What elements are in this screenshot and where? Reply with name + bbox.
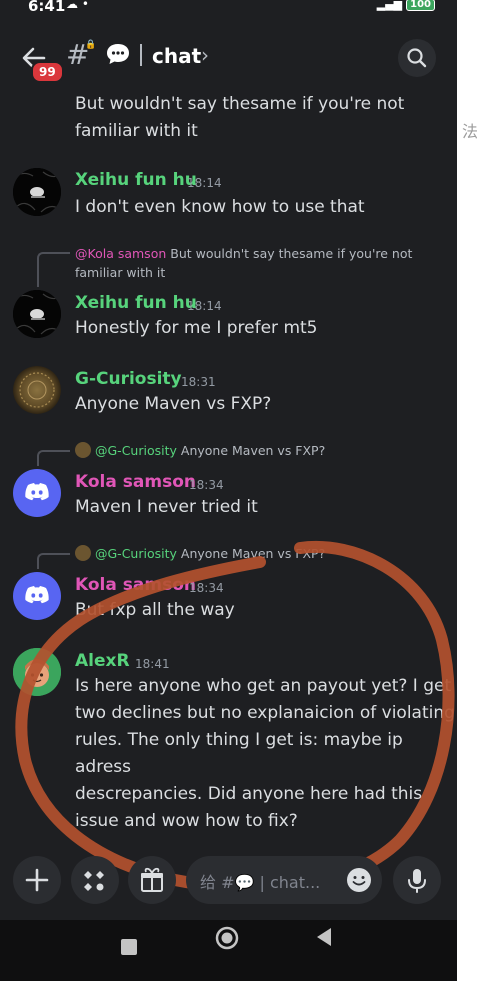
reply-text: But wouldn't say thesame if you're not <box>170 246 413 261</box>
message-input[interactable]: 给 #💬 | chat... <box>186 856 382 904</box>
avatar-image <box>13 168 61 216</box>
recents-icon[interactable] <box>120 938 138 956</box>
reply-preview[interactable]: @G-Curiosity Anyone Maven vs FXP? <box>75 545 325 561</box>
reply-author: @G-Curiosity <box>95 443 177 458</box>
avatar[interactable] <box>13 572 61 620</box>
message-text: I don't even know how to use that <box>75 197 365 217</box>
avatar-image <box>13 366 61 414</box>
avatar[interactable] <box>13 366 61 414</box>
reply-author: @Kola samson <box>75 246 167 261</box>
back-triangle-icon[interactable] <box>315 927 333 947</box>
gift-icon <box>141 867 163 892</box>
message-timestamp: 18:14 <box>187 176 222 190</box>
discord-app: 6:41 ☁ • ▂▄▆ 100 99 # 🔒 chat › But would… <box>0 0 457 981</box>
unread-badge: 99 <box>31 61 64 83</box>
status-notification-icons: ☁ • <box>66 0 89 11</box>
status-time: 6:41 <box>28 0 66 15</box>
chevron-right-icon[interactable]: › <box>201 43 209 67</box>
reply-text: Anyone Maven vs FXP? <box>180 443 326 458</box>
message-author[interactable]: Xeihu fun hu <box>75 293 197 313</box>
emoji-icon[interactable] <box>346 867 372 893</box>
message-timestamp: 18:31 <box>181 375 216 389</box>
speech-bubble-icon <box>107 44 129 64</box>
discord-logo-icon <box>25 483 49 501</box>
status-bar: 6:41 ☁ • ▂▄▆ 100 <box>0 0 457 15</box>
apps-button[interactable] <box>71 856 119 904</box>
avatar[interactable] <box>13 469 61 517</box>
gift-button[interactable] <box>128 856 176 904</box>
message-author[interactable]: Kola samson <box>75 575 196 595</box>
message-text: Is here anyone who get an payout yet? I … <box>75 676 455 831</box>
apps-icon <box>84 871 104 891</box>
composer-bar: 给 #💬 | chat... <box>0 840 457 920</box>
microphone-icon <box>408 869 426 893</box>
reply-text-line2: familiar with it <box>75 265 166 280</box>
background-text: 法 <box>462 122 479 141</box>
message-text: But fxp all the way <box>75 600 235 620</box>
discord-logo-icon <box>25 586 49 604</box>
message-timestamp: 18:34 <box>189 478 224 492</box>
battery-indicator: 100 <box>406 0 435 11</box>
system-navigation-bar <box>0 920 457 981</box>
message-text: Maven I never tried it <box>75 497 258 517</box>
channel-title[interactable]: chat <box>152 44 201 68</box>
status-right: ▂▄▆ 100 <box>377 0 435 11</box>
message-author[interactable]: G-Curiosity <box>75 369 182 389</box>
background-page <box>457 0 489 981</box>
message-input-placeholder: 给 #💬 | chat... <box>200 873 321 892</box>
message-author[interactable]: Xeihu fun hu <box>75 170 197 190</box>
reply-preview[interactable]: @Kola samson But wouldn't say thesame if… <box>75 244 445 282</box>
reply-avatar <box>75 545 91 561</box>
message-text: But wouldn't say thesame if you're not f… <box>75 94 405 141</box>
voice-message-button[interactable] <box>393 856 441 904</box>
avatar[interactable] <box>13 290 61 338</box>
home-icon[interactable] <box>215 926 239 950</box>
message-text: Anyone Maven vs FXP? <box>75 394 272 414</box>
add-attachment-button[interactable] <box>13 856 61 904</box>
reply-avatar <box>75 442 91 458</box>
lock-icon: 🔒 <box>85 40 97 50</box>
reply-connector <box>37 252 70 287</box>
avatar-image <box>13 290 61 338</box>
plus-icon <box>25 868 49 892</box>
reply-author: @G-Curiosity <box>95 546 177 561</box>
header-divider <box>140 44 142 66</box>
message-author[interactable]: AlexR <box>75 651 130 671</box>
reply-connector <box>37 450 70 466</box>
search-button[interactable] <box>398 39 436 77</box>
search-icon <box>407 48 427 68</box>
reply-connector <box>37 553 70 569</box>
reply-text: Anyone Maven vs FXP? <box>180 546 326 561</box>
message-text: Honestly for me I prefer mt5 <box>75 318 318 338</box>
avatar-image <box>13 648 61 696</box>
channel-header: 99 # 🔒 chat › <box>0 24 457 90</box>
avatar[interactable] <box>13 648 61 696</box>
signal-icon: ▂▄▆ <box>376 0 403 11</box>
message-timestamp: 18:41 <box>135 657 170 671</box>
reply-preview[interactable]: @G-Curiosity Anyone Maven vs FXP? <box>75 442 325 458</box>
avatar[interactable] <box>13 168 61 216</box>
message-author[interactable]: Kola samson <box>75 472 196 492</box>
message-timestamp: 18:34 <box>189 581 224 595</box>
message-timestamp: 18:14 <box>187 299 222 313</box>
